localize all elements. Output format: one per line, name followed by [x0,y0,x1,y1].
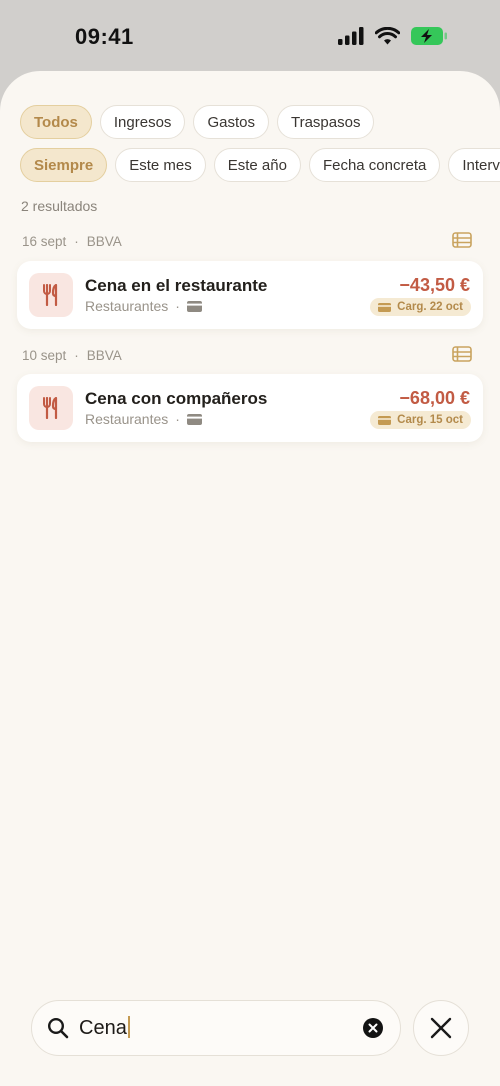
chip-este-mes[interactable]: Este mes [115,148,206,182]
credit-card-icon [186,413,202,425]
text-caret [127,1016,130,1038]
clear-icon [368,1023,378,1033]
list-icon[interactable] [452,346,472,362]
credit-card-icon [186,300,202,312]
chip-gastos[interactable]: Gastos [193,105,269,139]
search-query[interactable]: Cena [79,1016,130,1040]
transaction-amount: −43,50 € [399,275,470,295]
status-time: 09:41 [75,24,134,49]
status-icons [338,26,448,46]
list-icon[interactable] [452,232,472,248]
cellular-signal-icon [338,27,364,45]
charge-date-badge: Carg. 22 oct [370,298,471,316]
chip-todos[interactable]: Todos [20,105,92,139]
wifi-icon [375,27,400,45]
transaction-meta: Restaurantes · [85,298,202,314]
chip-intervalo[interactable]: Intervalo [448,148,500,182]
clear-search-button[interactable] [363,1018,383,1038]
transaction-card[interactable]: Cena con compañeros Restaurantes · −68,0… [17,374,483,442]
transaction-meta: Restaurantes · [85,411,202,427]
chip-siempre[interactable]: Siempre [20,148,108,182]
charge-date: Carg. 15 oct [397,414,463,426]
chip-traspasos[interactable]: Traspasos [276,105,375,139]
group-account: BBVA [86,233,122,249]
close-icon [430,1017,452,1039]
group-header: 10 sept · BBVA [22,345,472,365]
credit-card-icon [378,415,392,425]
group-date: 10 sept [22,347,67,363]
group-header: 16 sept · BBVA [22,231,472,251]
charge-date: Carg. 22 oct [397,301,463,313]
battery-charging-icon [411,27,447,45]
type-filter-row: Todos Ingresos Gastos Traspasos [20,105,375,139]
chip-ingresos[interactable]: Ingresos [99,105,186,139]
transaction-amount: −68,00 € [399,388,470,408]
category-icon-box [29,273,73,317]
fork-knife-icon [43,397,58,419]
status-bar: 09:41 [0,0,500,72]
fork-knife-icon [43,284,58,306]
period-filter-row: Siempre Este mes Este año Fecha concreta… [20,148,500,182]
transaction-title: Cena con compañeros [85,389,268,408]
group-date: 16 sept [22,233,67,249]
transaction-card[interactable]: Cena en el restaurante Restaurantes · −4… [17,261,483,329]
chip-este-ano[interactable]: Este año [213,148,301,182]
search-icon [47,1017,69,1039]
search-input[interactable]: Cena [31,1000,401,1056]
transaction-title: Cena en el restaurante [85,276,268,295]
chip-fecha-concreta[interactable]: Fecha concreta [308,148,441,182]
search-sheet: Todos Ingresos Gastos Traspasos Siempre … [0,71,500,1086]
transaction-category: Restaurantes [85,411,169,427]
close-search-button[interactable] [413,1000,469,1056]
group-account: BBVA [86,347,122,363]
category-icon-box [29,386,73,430]
charge-date-badge: Carg. 15 oct [370,411,471,429]
transaction-category: Restaurantes [85,298,169,314]
results-count: 2 resultados [21,198,98,214]
credit-card-icon [378,302,392,312]
